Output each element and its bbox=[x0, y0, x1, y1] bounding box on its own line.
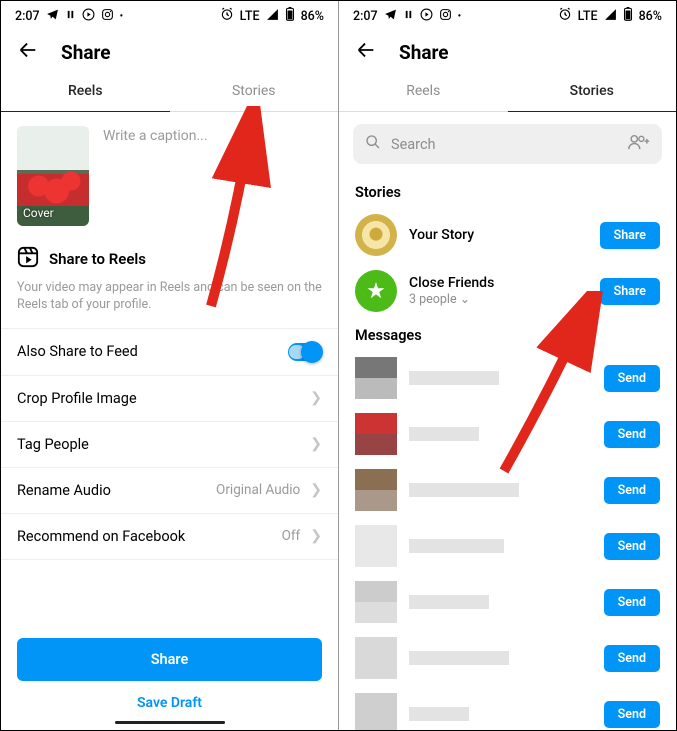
header: Share bbox=[339, 29, 676, 71]
list-item: Send bbox=[339, 630, 676, 686]
option-also-feed[interactable]: Also Share to Feed bbox=[1, 329, 338, 376]
avatar bbox=[355, 357, 397, 399]
option-recommend-fb[interactable]: Recommend on Facebook Off ❯ bbox=[1, 514, 338, 560]
tab-stories[interactable]: Stories bbox=[508, 71, 677, 112]
share-to-reels-desc: Your video may appear in Reels and can b… bbox=[1, 274, 338, 329]
option-tag-people[interactable]: Tag People ❯ bbox=[1, 422, 338, 468]
signal-icon bbox=[604, 8, 617, 25]
instagram-icon bbox=[439, 8, 452, 25]
send-button[interactable]: Send bbox=[604, 645, 660, 672]
close-friends-icon: ★ bbox=[355, 270, 397, 312]
list-item: Send bbox=[339, 406, 676, 462]
telegram-icon bbox=[384, 8, 397, 25]
avatar bbox=[355, 693, 397, 730]
chevron-right-icon: ❯ bbox=[310, 436, 322, 452]
avatar bbox=[355, 637, 397, 679]
tabs: Reels Stories bbox=[339, 71, 676, 112]
tab-reels[interactable]: Reels bbox=[1, 71, 170, 112]
circle-play-icon bbox=[82, 8, 95, 25]
circle-play-icon bbox=[420, 8, 433, 25]
pause-icon bbox=[403, 9, 414, 24]
chevron-right-icon: ❯ bbox=[310, 482, 322, 498]
network-label: LTE bbox=[578, 9, 598, 24]
search-icon bbox=[365, 134, 381, 154]
option-rename-audio[interactable]: Rename Audio Original Audio ❯ bbox=[1, 468, 338, 514]
list-item: Send bbox=[339, 462, 676, 518]
video-thumbnail[interactable]: Cover bbox=[17, 126, 89, 226]
more-icon: • bbox=[458, 11, 462, 22]
row-close-friends: ★ Close Friends 3 people⌄ Share bbox=[339, 263, 676, 319]
share-button[interactable]: Share bbox=[600, 222, 660, 249]
caption-input[interactable]: Write a caption... bbox=[103, 126, 208, 144]
signal-icon bbox=[266, 8, 279, 25]
send-button[interactable]: Send bbox=[604, 701, 660, 728]
send-button[interactable]: Send bbox=[604, 421, 660, 448]
status-bar: 2:07 • LTE 86% bbox=[339, 1, 676, 29]
tabs: Reels Stories bbox=[1, 71, 338, 112]
battery-pct: 86% bbox=[639, 9, 662, 24]
messages-list: Send Send Send Send Send bbox=[339, 350, 676, 730]
share-button[interactable]: Share bbox=[600, 278, 660, 305]
send-button[interactable]: Send bbox=[604, 365, 660, 392]
row-your-story: Your Story Share bbox=[339, 207, 676, 263]
page-title: Share bbox=[61, 41, 111, 64]
section-messages: Messages bbox=[339, 319, 676, 350]
telegram-icon bbox=[46, 8, 59, 25]
status-bar: 2:07 • LTE bbox=[1, 1, 338, 29]
toggle-on[interactable] bbox=[288, 343, 322, 361]
share-button[interactable]: Share bbox=[17, 638, 322, 681]
avatar bbox=[355, 469, 397, 511]
share-to-reels-label: Share to Reels bbox=[49, 250, 146, 268]
tab-stories[interactable]: Stories bbox=[170, 71, 339, 112]
save-draft-button[interactable]: Save Draft bbox=[17, 681, 322, 721]
send-button[interactable]: Send bbox=[604, 589, 660, 616]
alarm-icon bbox=[220, 7, 234, 25]
nav-bar-indicator bbox=[115, 721, 225, 724]
battery-icon bbox=[285, 7, 295, 25]
search-input[interactable]: Search bbox=[353, 124, 662, 164]
list-item: Send bbox=[339, 518, 676, 574]
chevron-right-icon: ❯ bbox=[310, 528, 322, 544]
cover-label: Cover bbox=[23, 206, 54, 220]
chevron-right-icon: ❯ bbox=[310, 390, 322, 406]
alarm-icon bbox=[558, 7, 572, 25]
back-icon[interactable] bbox=[355, 39, 377, 65]
send-button[interactable]: Send bbox=[604, 477, 660, 504]
screen-reels: 2:07 • LTE bbox=[1, 1, 339, 730]
page-title: Share bbox=[399, 41, 449, 64]
clock: 2:07 bbox=[353, 9, 378, 24]
avatar bbox=[355, 581, 397, 623]
header: Share bbox=[1, 29, 338, 71]
back-icon[interactable] bbox=[17, 39, 39, 65]
chevron-down-icon[interactable]: ⌄ bbox=[460, 291, 470, 307]
add-people-icon[interactable] bbox=[628, 133, 650, 155]
battery-icon bbox=[623, 7, 633, 25]
list-item: Send bbox=[339, 574, 676, 630]
section-stories: Stories bbox=[339, 176, 676, 207]
avatar bbox=[355, 413, 397, 455]
send-button[interactable]: Send bbox=[604, 533, 660, 560]
tab-reels[interactable]: Reels bbox=[339, 71, 508, 112]
list-item: Send bbox=[339, 686, 676, 730]
avatar bbox=[355, 214, 397, 256]
avatar bbox=[355, 525, 397, 567]
screen-stories: 2:07 • LTE 86% Share Reels Stories bbox=[339, 1, 676, 730]
reels-icon bbox=[17, 246, 39, 272]
instagram-icon bbox=[101, 8, 114, 25]
list-item: Send bbox=[339, 350, 676, 406]
network-label: LTE bbox=[240, 9, 260, 24]
battery-pct: 86% bbox=[301, 9, 324, 24]
clock: 2:07 bbox=[15, 9, 40, 24]
pause-icon bbox=[65, 9, 76, 24]
share-to-reels-row: Share to Reels bbox=[1, 240, 338, 274]
more-icon: • bbox=[120, 11, 124, 22]
option-crop[interactable]: Crop Profile Image ❯ bbox=[1, 376, 338, 422]
